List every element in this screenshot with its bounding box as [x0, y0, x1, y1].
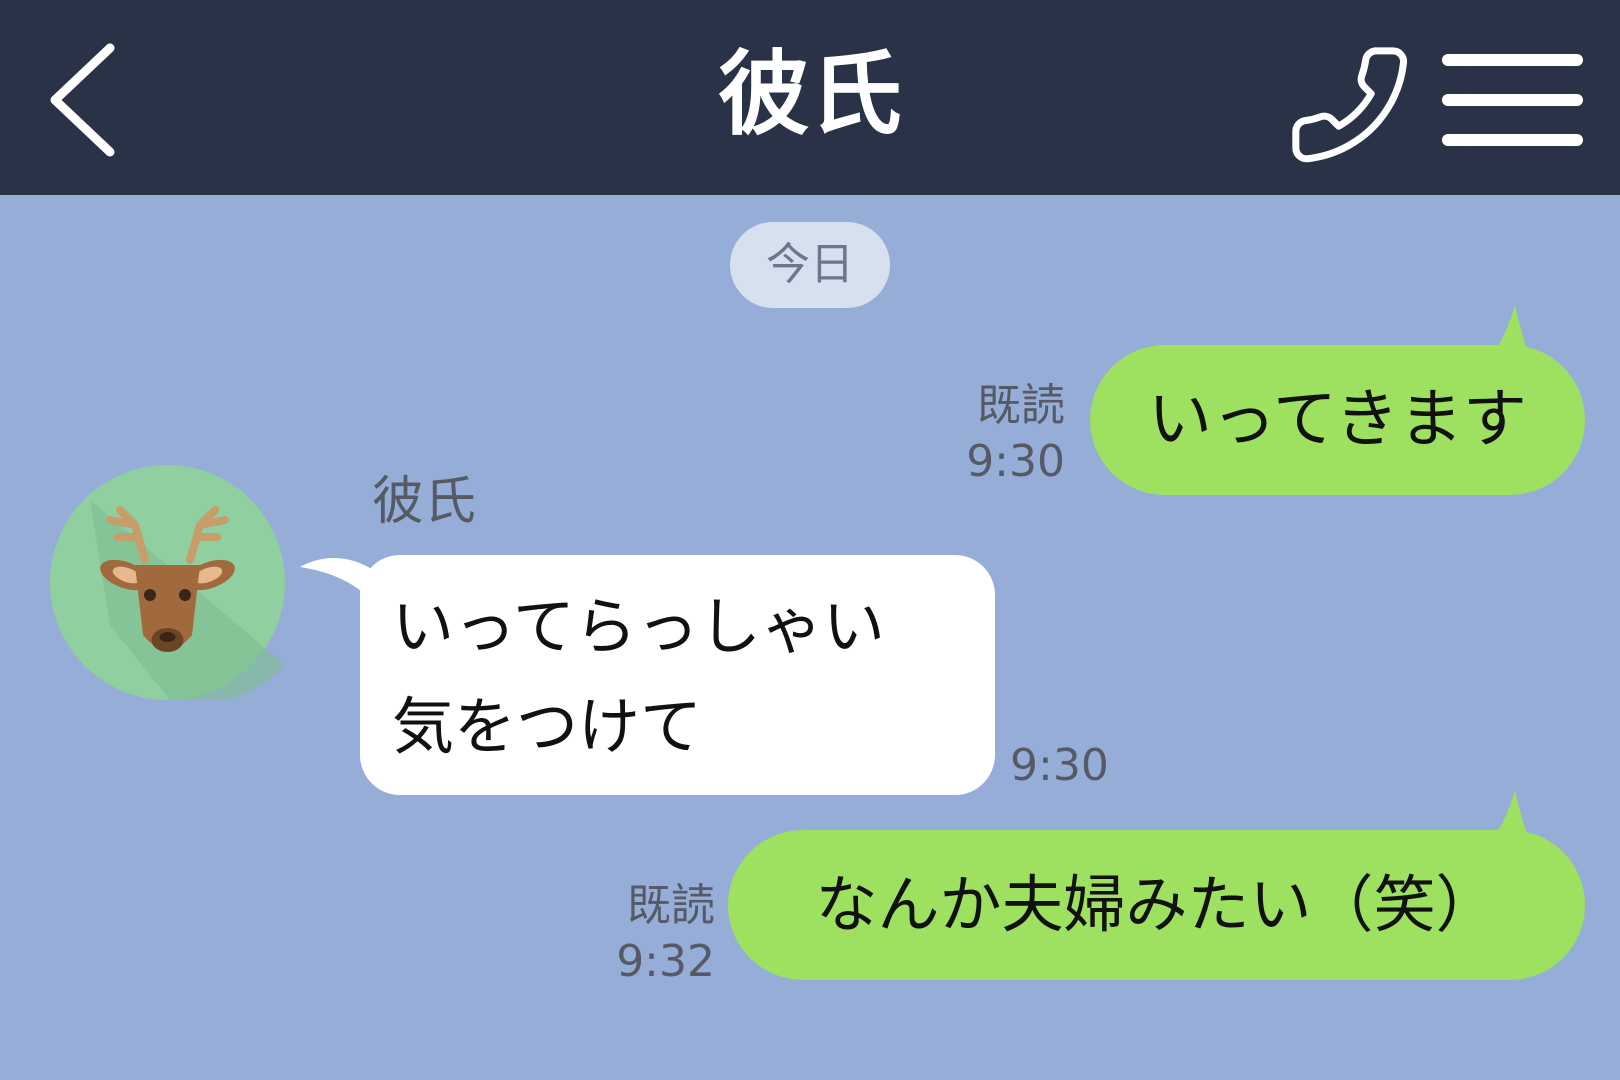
message-bubble-received[interactable]: いってらっしゃい 気をつけて	[360, 555, 995, 795]
call-button[interactable]	[1285, 40, 1415, 170]
message-meta: 既読 9:30	[940, 378, 1065, 490]
message-text-line: 気をつけて	[392, 690, 703, 763]
phone-icon	[1292, 47, 1408, 163]
menu-button[interactable]	[1440, 50, 1585, 150]
read-receipt: 既読	[977, 380, 1065, 431]
message-bubble-sent[interactable]: いってきます	[1090, 345, 1585, 495]
message-time: 9:32	[616, 936, 715, 987]
avatar[interactable]	[50, 465, 285, 704]
message-meta: 既読 9:32	[590, 878, 715, 990]
deer-icon	[50, 465, 285, 704]
message-text: いってきます	[1148, 383, 1527, 457]
message-time: 9:30	[1010, 740, 1109, 791]
message-text: なんか夫婦みたい（笑）	[815, 868, 1498, 941]
message-bubble-sent[interactable]: なんか夫婦みたい（笑）	[728, 830, 1585, 980]
date-separator: 今日	[730, 222, 890, 308]
message-text-line: いってらっしゃい	[392, 590, 885, 663]
chat-header: 彼氏	[0, 0, 1620, 195]
message-time: 9:30	[966, 436, 1065, 487]
read-receipt: 既読	[627, 880, 715, 931]
menu-icon	[1442, 54, 1583, 146]
sender-name: 彼氏	[372, 472, 477, 532]
